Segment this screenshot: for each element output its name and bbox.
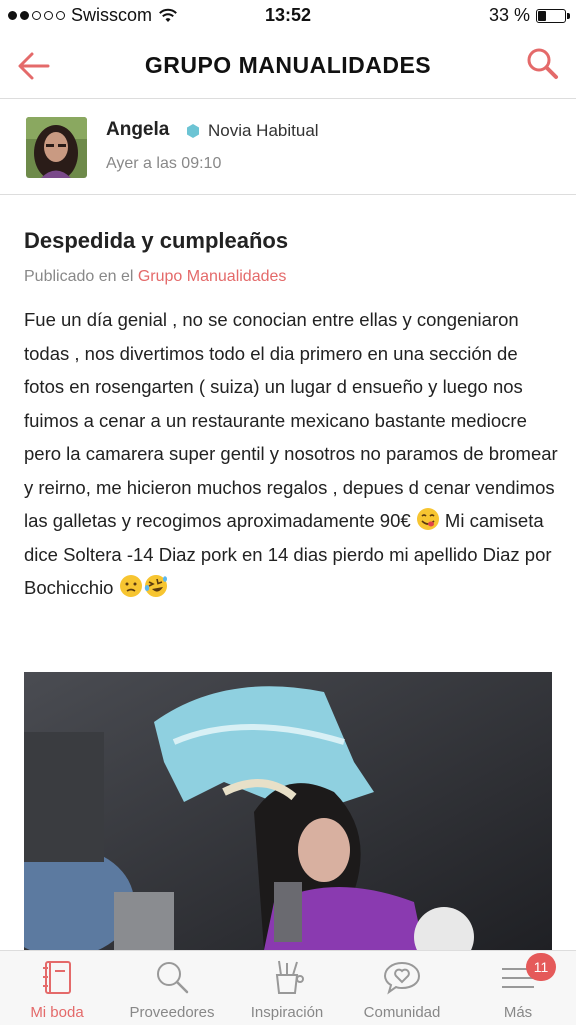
avatar[interactable] xyxy=(26,117,87,178)
battery-icon xyxy=(536,8,570,23)
status-right: 33 % xyxy=(488,5,570,26)
craft-supplies-icon xyxy=(275,960,304,994)
post-body-text-1: Fue un día genial , no se conocian entre… xyxy=(24,309,558,531)
worried-face-emoji xyxy=(119,575,142,597)
post-timestamp: Ayer a las 09:10 xyxy=(106,155,222,172)
author-header: Angela Novia Habitual Ayer a las 09:10 xyxy=(0,99,576,195)
status-bar: Swisscom 13:52 33 % xyxy=(0,0,576,32)
tab-label: Proveedores xyxy=(129,1004,215,1021)
tab-comunidad[interactable]: Comunidad xyxy=(344,951,460,1025)
group-link[interactable]: Grupo Manualidades xyxy=(138,268,287,285)
chat-heart-icon xyxy=(383,961,421,995)
nav-bar: GRUPO MANUALIDADES xyxy=(0,32,576,99)
post-body: Fue un día genial , no se conocian entre… xyxy=(24,303,560,605)
hexagon-rank-icon xyxy=(187,124,199,138)
author-rank: Novia Habitual xyxy=(208,121,319,140)
rolling-laughing-emoji xyxy=(144,575,167,597)
tab-label: Más xyxy=(503,1004,533,1021)
tab-label: Comunidad xyxy=(363,1004,441,1021)
tab-mi-boda[interactable]: Mi boda xyxy=(0,951,114,1025)
tab-proveedores[interactable]: Proveedores xyxy=(114,951,230,1025)
tab-mas[interactable]: 11 Más xyxy=(460,951,576,1025)
search-icon xyxy=(157,962,189,994)
tab-label: Inspiración xyxy=(250,1004,324,1021)
published-prefix: Publicado en el xyxy=(24,268,138,285)
published-in: Publicado en el Grupo Manualidades xyxy=(24,268,286,286)
notebook-icon xyxy=(43,961,71,994)
post-title: Despedida y cumpleaños xyxy=(24,228,289,253)
face-savoring-food-emoji xyxy=(416,508,439,530)
tab-label: Mi boda xyxy=(30,1004,84,1021)
post-photo[interactable] xyxy=(24,672,552,950)
battery-percent: 33 % xyxy=(488,5,530,25)
tab-bar: Mi boda Proveedores Inspiración Comunida… xyxy=(0,950,576,1025)
search-icon[interactable] xyxy=(522,44,562,84)
notification-badge: 11 xyxy=(526,953,556,981)
page-title: GRUPO MANUALIDADES xyxy=(144,52,432,78)
tab-inspiracion[interactable]: Inspiración xyxy=(230,951,344,1025)
author-name[interactable]: Angela xyxy=(106,119,169,141)
